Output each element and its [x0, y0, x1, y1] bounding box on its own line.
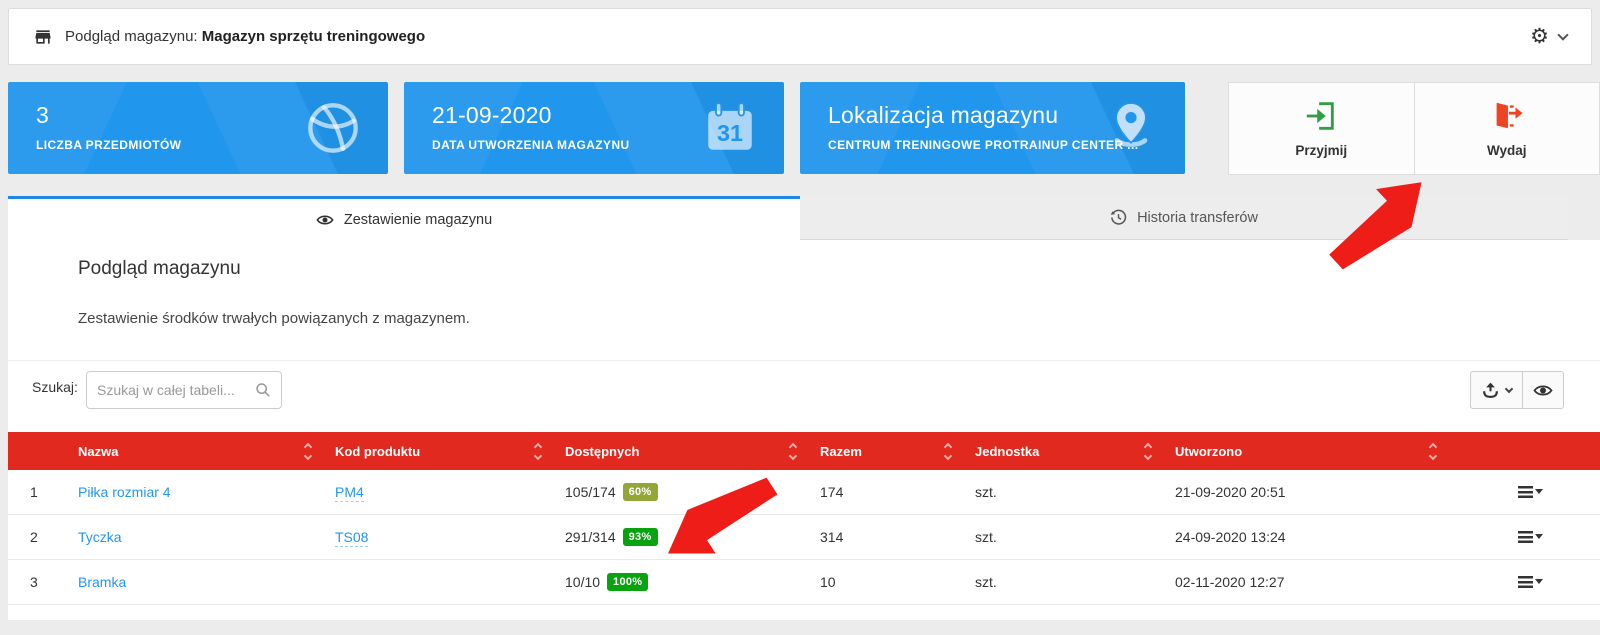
transfer-actions-panel: Przyjmij Wydaj — [1228, 82, 1600, 175]
header-cell-created[interactable]: Utworzono — [1175, 444, 1460, 459]
unit: szt. — [975, 574, 1175, 590]
header-cell-name[interactable]: Nazwa — [78, 444, 335, 459]
header-cell-total[interactable]: Razem — [820, 444, 975, 459]
section-description: Zestawienie środków trwałych powiązanych… — [78, 310, 470, 327]
row-actions-menu[interactable] — [1518, 576, 1543, 588]
export-icon — [1481, 381, 1500, 400]
item-name-link[interactable]: Tyczka — [78, 529, 122, 545]
sort-icon[interactable] — [1430, 444, 1436, 459]
table-toolbar — [1470, 371, 1564, 409]
chevron-down-icon — [1557, 29, 1568, 40]
settings-menu-button[interactable]: ⚙ — [1530, 26, 1567, 47]
created-date: 21-09-2020 20:51 — [1175, 484, 1460, 500]
search-box — [86, 371, 282, 409]
sort-icon[interactable] — [790, 444, 796, 459]
chevron-down-icon — [1505, 384, 1513, 392]
tab-warehouse-summary[interactable]: Zestawienie magazynu — [8, 196, 800, 240]
warehouse-header-bar: Podgląd magazynu: Magazyn sprzętu trenin… — [8, 8, 1592, 65]
menu-bars-icon — [1518, 531, 1533, 543]
row-index: 1 — [8, 484, 78, 500]
stat-card-item-count: 3 LICZBA PRZEDMIOTÓW — [8, 82, 388, 174]
menu-bars-icon — [1518, 486, 1533, 498]
header-cell-unit[interactable]: Jednostka — [975, 444, 1175, 459]
sort-icon[interactable] — [1145, 444, 1151, 459]
search-input[interactable] — [97, 382, 255, 398]
tab-warehouse-summary-label: Zestawienie magazynu — [344, 212, 492, 228]
caret-down-icon — [1535, 489, 1543, 494]
caret-down-icon — [1535, 579, 1543, 584]
item-code-link[interactable]: PM4 — [335, 484, 364, 502]
caret-down-icon — [1535, 534, 1543, 539]
row-actions-menu[interactable] — [1518, 486, 1543, 498]
table-row: 2 Tyczka TS08 291/314 93% 314 szt. 24-09… — [8, 515, 1600, 560]
item-code-link[interactable]: TS08 — [335, 529, 368, 547]
svg-text:31: 31 — [717, 120, 743, 146]
availability-badge: 100% — [607, 573, 648, 591]
eye-icon — [316, 213, 334, 227]
tab-transfer-history[interactable]: Historia transferów — [800, 196, 1568, 240]
search-label: Szukaj: — [32, 379, 78, 395]
column-visibility-button[interactable] — [1522, 372, 1563, 408]
issue-button-label: Wydaj — [1487, 143, 1527, 158]
unit: szt. — [975, 484, 1175, 500]
page-title: Podgląd magazynu: Magazyn sprzętu trenin… — [65, 28, 425, 45]
total-count: 174 — [820, 484, 975, 500]
row-index: 2 — [8, 529, 78, 545]
store-icon — [33, 27, 53, 47]
available-count: 105/174 — [565, 484, 616, 500]
eye-icon — [1533, 383, 1553, 398]
availability-badge: 93% — [623, 528, 658, 546]
header-cell-code[interactable]: Kod produktu — [335, 444, 565, 459]
availability-badge: 60% — [623, 483, 658, 501]
section-title: Podgląd magazynu — [78, 258, 241, 280]
row-actions-menu[interactable] — [1518, 531, 1543, 543]
item-name-link[interactable]: Bramka — [78, 574, 126, 590]
door-exit-icon — [1490, 99, 1524, 133]
stat-card-created-date: 21-09-2020 DATA UTWORZENIA MAGAZYNU 31 — [404, 82, 784, 174]
unit: szt. — [975, 529, 1175, 545]
location-pin-icon — [1103, 100, 1159, 156]
sort-icon[interactable] — [535, 444, 541, 459]
total-count: 314 — [820, 529, 975, 545]
ball-icon — [304, 99, 362, 157]
table-row: 3 Bramka 10/10 100% 10 szt. 02-11-2020 1… — [8, 560, 1600, 605]
calendar-icon: 31 — [702, 100, 758, 156]
created-date: 24-09-2020 13:24 — [1175, 529, 1460, 545]
item-name-link[interactable]: Piłka rozmiar 4 — [78, 484, 171, 500]
table-row: 1 Piłka rozmiar 4 PM4 105/174 60% 174 sz… — [8, 470, 1600, 515]
sort-icon[interactable] — [945, 444, 951, 459]
receive-button-label: Przyjmij — [1295, 143, 1347, 158]
menu-bars-icon — [1518, 576, 1533, 588]
row-index: 3 — [8, 574, 78, 590]
export-button[interactable] — [1471, 372, 1522, 408]
receive-button[interactable]: Przyjmij — [1229, 83, 1414, 174]
stat-card-location: Lokalizacja magazynu CENTRUM TRENINGOWE … — [800, 82, 1185, 174]
table-body: 1 Piłka rozmiar 4 PM4 105/174 60% 174 sz… — [8, 470, 1600, 605]
table-header: Nazwa Kod produktu Dostępnych Razem Jedn… — [8, 432, 1600, 470]
warehouse-name: Magazyn sprzętu treningowego — [202, 28, 425, 45]
search-icon — [255, 382, 271, 398]
issue-button[interactable]: Wydaj — [1414, 83, 1600, 174]
available-count: 10/10 — [565, 574, 600, 590]
divider — [8, 360, 1600, 361]
sort-icon[interactable] — [305, 444, 311, 459]
total-count: 10 — [820, 574, 975, 590]
history-icon — [1110, 209, 1127, 226]
door-enter-icon — [1304, 99, 1338, 133]
available-count: 291/314 — [565, 529, 616, 545]
header-cell-available[interactable]: Dostępnych — [565, 444, 820, 459]
tab-transfer-history-label: Historia transferów — [1137, 210, 1258, 226]
created-date: 02-11-2020 12:27 — [1175, 574, 1460, 590]
gear-icon: ⚙ — [1530, 26, 1549, 47]
warehouse-summary-panel: Podgląd magazynu Zestawienie środków trw… — [8, 240, 1600, 620]
